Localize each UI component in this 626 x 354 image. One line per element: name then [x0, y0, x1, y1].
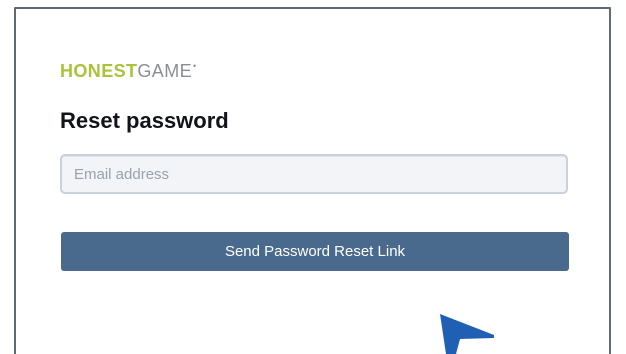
email-field[interactable]: [60, 154, 568, 194]
reset-password-card: HONESTGAME• Reset password Send Password…: [14, 7, 611, 354]
mouse-pointer-icon: [440, 314, 494, 354]
logo-text-strong: HONEST: [60, 61, 138, 81]
honestgame-logo: HONEST GAME •: [60, 60, 196, 82]
logo-mark-icon: •: [193, 61, 197, 71]
page-title: Reset password: [60, 108, 229, 133]
logo-text-light: GAME: [137, 61, 193, 81]
send-reset-link-button[interactable]: Send Password Reset Link: [61, 232, 569, 271]
